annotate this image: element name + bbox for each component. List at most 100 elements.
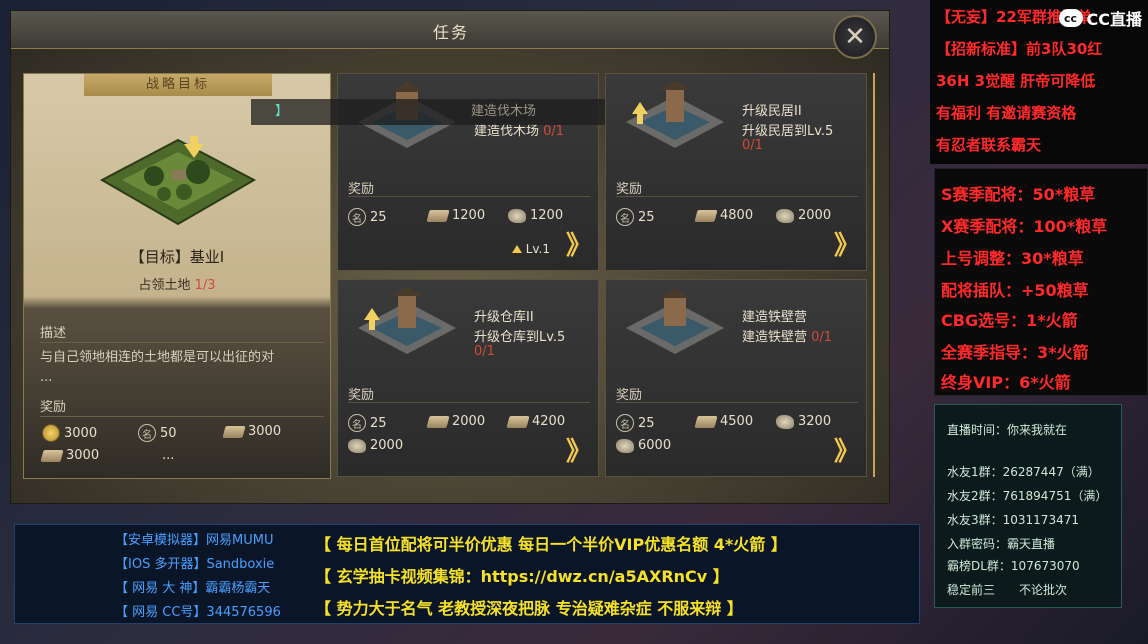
promo-line: 【招新标准】前3队30红 bbox=[936, 40, 1103, 58]
task-card[interactable]: 升级仓库II 升级仓库到Lv.5 0/1 奖励 名 25 2000 4200 2… bbox=[337, 279, 599, 477]
reward-wood: 1200 bbox=[426, 208, 486, 223]
scrollbar[interactable] bbox=[873, 73, 875, 477]
stone-icon bbox=[508, 208, 526, 223]
contact-value: 网易MUMU bbox=[206, 533, 274, 548]
reward-fame: 名 25 bbox=[616, 414, 655, 432]
card-progress: 0/1 bbox=[543, 124, 565, 139]
stream-info: 直播时间：你来我就在 水友1群：26287447（满） 水友2群：7618947… bbox=[934, 404, 1122, 608]
stone-icon bbox=[776, 208, 794, 223]
reward-stone: 1200 bbox=[508, 208, 563, 223]
price-item: 终身VIP：6*火箭 bbox=[941, 373, 1071, 392]
reward-value: 25 bbox=[638, 209, 655, 225]
reward-wood: 3000 bbox=[222, 424, 281, 439]
objective-header: 战略目标 bbox=[84, 74, 272, 96]
upgrade-arrow-stem bbox=[369, 320, 375, 330]
reward-value: 3000 bbox=[66, 448, 100, 463]
reward-value: 50 bbox=[160, 425, 177, 441]
page-title: 任务 bbox=[432, 23, 469, 42]
logo-text: CC直播 bbox=[1086, 10, 1143, 29]
price-item: 全赛季指导：3*火箭 bbox=[941, 343, 1089, 362]
info-line: 直播时间：你来我就在 bbox=[947, 423, 1068, 437]
reward-value: 2000 bbox=[452, 414, 486, 429]
card-subtitle: 建造铁壁营 0/1 bbox=[742, 326, 832, 345]
contact-label: 【 网易 大 神】 bbox=[115, 581, 206, 596]
close-button[interactable]: ✕ bbox=[833, 15, 877, 59]
reward-fame: 名 25 bbox=[348, 414, 387, 432]
reward-wood: 4800 bbox=[694, 208, 753, 223]
divider bbox=[40, 342, 324, 343]
price-item: S赛季配将：50*粮草 bbox=[941, 185, 1096, 204]
down-arrow-icon bbox=[184, 144, 204, 158]
card-title: 建造铁壁营 bbox=[742, 310, 808, 325]
bottom-banner: 【安卓模拟器】网易MUMU 【IOS 多开器】Sandboxie 【 网易 大 … bbox=[14, 524, 920, 624]
card-progress: 0/1 bbox=[474, 344, 495, 359]
title-bar: 任务 bbox=[11, 11, 889, 49]
info-line: 水友1群：26287447（满） bbox=[947, 465, 1100, 479]
contact-item: 【 网易 CC号】344576596 bbox=[115, 601, 281, 620]
card-progress: 0/1 bbox=[742, 138, 763, 153]
divider bbox=[348, 402, 590, 403]
reward-value: 1200 bbox=[452, 208, 486, 223]
contact-label: 【 网易 CC号】 bbox=[115, 605, 207, 620]
card-progress: 0/1 bbox=[811, 330, 833, 345]
building-image bbox=[626, 288, 724, 354]
card-title: 升级民居II bbox=[742, 104, 802, 119]
stone-icon bbox=[348, 438, 366, 453]
go-chevron-icon[interactable]: 》 bbox=[566, 225, 592, 262]
reward-value: 4500 bbox=[720, 414, 754, 429]
level-badge: Lv.1 bbox=[511, 242, 550, 256]
up-arrow-icon bbox=[511, 245, 522, 253]
fame-icon: 名 bbox=[616, 208, 634, 226]
contact-item: 【安卓模拟器】网易MUMU bbox=[115, 529, 273, 548]
price-item: X赛季配将：100*粮草 bbox=[941, 217, 1108, 236]
go-chevron-icon[interactable]: 》 bbox=[566, 431, 592, 468]
divider bbox=[348, 196, 590, 197]
reward-stone: 6000 bbox=[616, 438, 671, 453]
hover-tooltip: 】 建造伐木场 bbox=[251, 99, 605, 125]
reward-value: ... bbox=[162, 448, 175, 463]
divider bbox=[616, 402, 858, 403]
promo-line: 有福利 有邀请赛资格 bbox=[936, 104, 1077, 122]
promo-line: 有忍者联系霸天 bbox=[936, 136, 1042, 154]
upgrade-arrow-icon bbox=[632, 102, 648, 114]
info-line: 入群密码：霸天直播 bbox=[947, 537, 1056, 551]
card-sub-text: 建造伐木场 bbox=[474, 124, 540, 139]
contact-item: 【 网易 大 神】霸霸杨霸天 bbox=[115, 577, 270, 596]
iron-icon bbox=[40, 449, 64, 462]
task-card[interactable]: 建造铁壁营 建造铁壁营 0/1 奖励 名 25 4500 3200 6000 》 bbox=[605, 279, 867, 477]
wood-icon bbox=[222, 425, 246, 438]
promo-line: 36H 3觉醒 肝帝可降低 bbox=[936, 72, 1096, 90]
reward-fame: 名 50 bbox=[138, 424, 177, 442]
reward-label: 奖励 bbox=[40, 400, 67, 415]
reward-stone: 2000 bbox=[776, 208, 831, 223]
divider bbox=[616, 196, 858, 197]
go-chevron-icon[interactable]: 》 bbox=[834, 431, 860, 468]
task-card[interactable]: 升级民居II 升级民居到Lv.5 0/1 奖励 名 25 4800 2000 》 bbox=[605, 73, 867, 271]
divider bbox=[40, 416, 324, 417]
reward-label: 奖励 bbox=[616, 388, 643, 403]
territory-image bbox=[99, 138, 257, 226]
contact-label: 【IOS 多开器】 bbox=[115, 557, 207, 572]
promo-top: 【无妄】22军群推迟单 【招新标准】前3队30红 36H 3觉醒 肝帝可降低 有… bbox=[930, 0, 1148, 164]
reward-value: 2000 bbox=[798, 208, 832, 223]
cc-logo-icon: cc bbox=[1058, 9, 1083, 27]
card-sub-text: 建造铁壁营 bbox=[742, 330, 808, 345]
go-chevron-icon[interactable]: 》 bbox=[834, 225, 860, 262]
objective-progress: 占领土地 1/3 bbox=[24, 274, 330, 293]
price-item: 上号调整：30*粮草 bbox=[941, 249, 1084, 268]
reward-value: 25 bbox=[638, 415, 655, 431]
reward-value: 2000 bbox=[370, 438, 404, 453]
reward-fame: 名 25 bbox=[616, 208, 655, 226]
reward-label: 奖励 bbox=[616, 182, 643, 197]
price-item: CBG选号：1*火箭 bbox=[941, 311, 1078, 330]
desc-text: 与自己领地相连的土地都是可以出征的对 bbox=[40, 350, 275, 365]
level-text: Lv.1 bbox=[525, 242, 550, 256]
info-line: 水友2群：761894751（满） bbox=[947, 489, 1108, 503]
reward-fame: 名 25 bbox=[348, 208, 387, 226]
info-line: 水友3群：1031173471 bbox=[947, 513, 1079, 527]
progress-label: 占领土地 bbox=[138, 278, 191, 293]
objective-desc: 与自己领地相连的土地都是可以出征的对 ... bbox=[40, 348, 320, 388]
objective-panel: 战略目标 【目标】基业I 占领土地 1/3 描述 与自己领地相连的土地都是可以出… bbox=[23, 73, 331, 479]
contact-value: 344576596 bbox=[206, 605, 281, 620]
contact-value: Sandboxie bbox=[206, 557, 275, 572]
